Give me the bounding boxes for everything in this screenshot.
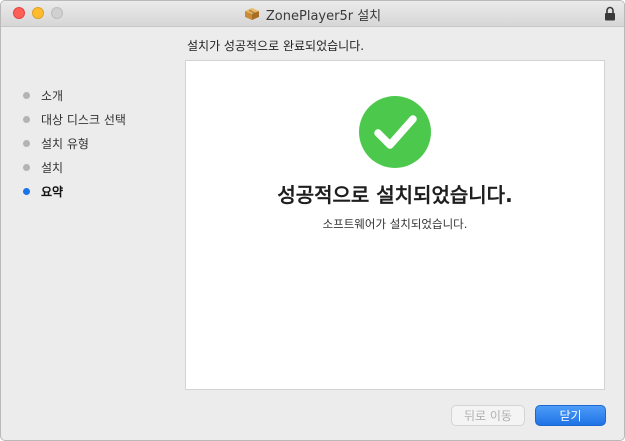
header-message: 설치가 성공적으로 완료되었습니다. [187,39,365,53]
step-dot-icon [23,91,30,99]
content-panel: 성공적으로 설치되었습니다. 소프트웨어가 설치되었습니다. [185,60,605,390]
step-dot-icon [23,163,30,171]
window-title: ZonePlayer5r 설치 [265,8,382,24]
close-button[interactable]: 닫기 [535,405,606,426]
step-label: 설치 유형 [41,136,89,151]
back-button[interactable]: 뒤로 이동 [451,405,525,426]
title-bar: ZonePlayer5r 설치 [1,1,624,27]
installer-window: ZonePlayer5r 설치 설치가 성공적으로 완료되었습니다. 소개 대상… [0,0,625,441]
success-subtitle: 소프트웨어가 설치되었습니다. [322,217,468,231]
step-dot-icon [23,139,30,147]
step-dot-icon [23,115,30,123]
step-item-install-type: 설치 유형 [23,131,126,155]
success-title: 성공적으로 설치되었습니다. [277,183,513,207]
step-dot-icon [23,187,30,195]
window-title-group: ZonePlayer5r 설치 [1,1,624,27]
step-item-install: 설치 [23,155,126,179]
success-checkmark-icon [359,96,431,168]
step-label: 설치 [41,160,64,175]
package-icon [244,8,259,20]
step-label: 소개 [41,88,64,103]
step-item-destination: 대상 디스크 선택 [23,107,126,131]
lock-icon [605,6,615,21]
step-item-intro: 소개 [23,83,126,107]
step-label: 요약 [41,184,64,199]
step-list: 소개 대상 디스크 선택 설치 유형 설치 요약 [23,83,126,203]
step-label: 대상 디스크 선택 [41,112,126,127]
step-item-summary: 요약 [23,179,126,203]
